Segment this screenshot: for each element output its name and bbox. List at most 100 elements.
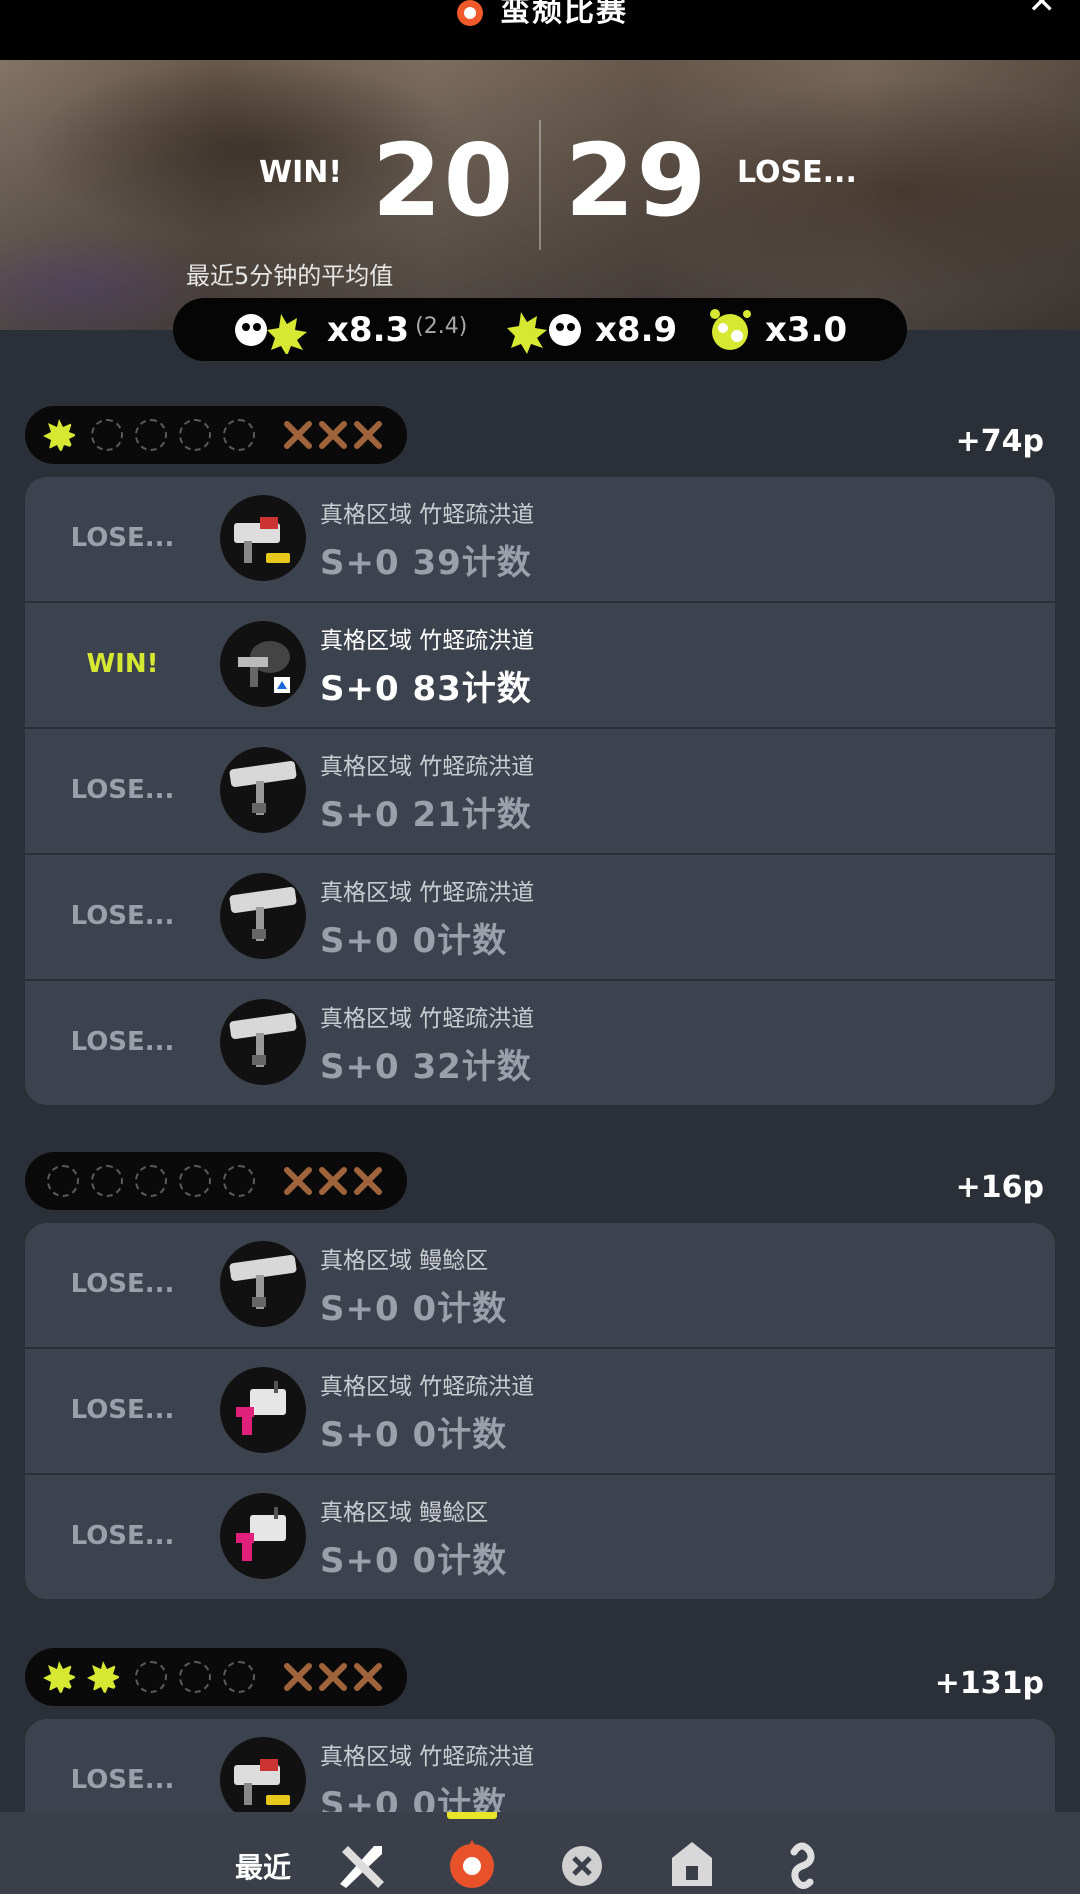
challenge-tab-icon[interactable] <box>664 1838 720 1890</box>
empty-slot-icon <box>135 1165 167 1197</box>
empty-slot-icon <box>135 419 167 451</box>
score-divider <box>539 120 541 250</box>
roller-icon <box>220 999 306 1085</box>
match-summary-hero: WIN! 20 29 LOSE... 最近5分钟的平均值 <box>0 60 1080 330</box>
result-label: LOSE... <box>70 1027 175 1057</box>
battle-row[interactable]: LOSE... 真格区域 竹蛏疏洪道 S+0 32计数 <box>25 981 1055 1105</box>
battle-row[interactable]: LOSE... 真格区域 竹蛏疏洪道 S+0 21计数 <box>25 729 1055 855</box>
win-label: WIN! <box>259 155 343 190</box>
sploosh-icon <box>220 621 306 707</box>
result-label: LOSE... <box>70 1395 175 1425</box>
empty-slot-icon <box>179 1661 211 1693</box>
battle-list: LOSE... 真格区域 竹蛏疏洪道 S+0 39计数 WIN! 真格区域 竹蛏… <box>25 477 1055 1105</box>
rank-and-count: S+0 83计数 <box>320 669 532 709</box>
rank-and-count: S+0 0计数 <box>320 1289 508 1329</box>
special-weapon-icon <box>710 309 751 350</box>
loss-x-icon <box>284 1663 312 1691</box>
page-title-wrap: 蛮颓比赛 <box>0 0 1080 30</box>
battle-list: LOSE... 真格区域 鳗鲶区 S+0 0计数 LOSE... 真格区域 竹蛏… <box>25 1223 1055 1599</box>
empty-slot-icon <box>179 1165 211 1197</box>
result-label: LOSE... <box>70 901 175 931</box>
deaths-stat: x8.9 <box>499 306 677 354</box>
mode-and-stage: 真格区域 竹蛏疏洪道 <box>320 754 535 780</box>
roller-icon <box>220 1241 306 1327</box>
series-progress-pill <box>25 1648 407 1706</box>
battle-row[interactable]: LOSE... 真格区域 竹蛏疏洪道 S+0 0计数 <box>25 1349 1055 1475</box>
mode-and-stage: 真格区域 竹蛏疏洪道 <box>320 1374 535 1400</box>
deaths-value: x8.9 <box>595 310 678 350</box>
mode-and-stage: 真格区域 竹蛏疏洪道 <box>320 1006 535 1032</box>
x-battle-tab-icon[interactable] <box>554 1838 610 1890</box>
battle-row[interactable]: LOSE... 真格区域 鳗鲶区 S+0 0计数 <box>25 1223 1055 1349</box>
mode-and-stage: 真格区域 竹蛏疏洪道 <box>320 880 535 906</box>
roller-icon <box>220 747 306 833</box>
series-progress-pill <box>25 406 407 464</box>
battle-row[interactable]: WIN! 真格区域 竹蛏疏洪道 S+0 83计数 <box>25 603 1055 729</box>
battle-row[interactable]: LOSE... 真格区域 鳗鲶区 S+0 0计数 <box>25 1475 1055 1599</box>
result-label: WIN! <box>86 649 159 679</box>
empty-slot-icon <box>223 1165 255 1197</box>
loss-x-icon <box>354 1167 382 1195</box>
win-splat-icon <box>43 1661 75 1693</box>
loss-x-icon <box>319 1167 347 1195</box>
loss-x-icon <box>319 421 347 449</box>
result-label: LOSE... <box>70 1521 175 1551</box>
average-label: 最近5分钟的平均值 <box>186 262 394 290</box>
bottom-nav: 最近 <box>0 1812 1080 1894</box>
rank-and-count: S+0 0计数 <box>320 921 508 961</box>
loss-x-icon <box>284 1167 312 1195</box>
anarchy-battle-icon <box>457 0 483 26</box>
page-title: 蛮颓比赛 <box>500 0 628 29</box>
roller-icon <box>220 873 306 959</box>
series-points: +131p <box>934 1666 1044 1701</box>
mode-and-stage: 真格区域 竹蛏疏洪道 <box>320 628 535 654</box>
empty-slot-icon <box>47 1165 79 1197</box>
losses-count: 29 <box>565 122 709 239</box>
anarchy-battle-tab-icon[interactable] <box>444 1838 500 1890</box>
loss-x-icon <box>284 421 312 449</box>
loss-x-icon <box>354 1663 382 1691</box>
assists-value: (2.4) <box>415 313 468 339</box>
result-label: LOSE... <box>70 775 175 805</box>
splattershot-pro-icon <box>220 495 306 581</box>
rank-and-count: S+0 32计数 <box>320 1047 532 1087</box>
nav-label: 最近 <box>235 1851 292 1884</box>
wins-count: 20 <box>372 122 516 239</box>
pink-blaster-icon <box>220 1493 306 1579</box>
private-battle-tab-icon[interactable] <box>774 1838 830 1890</box>
empty-slot-icon <box>91 419 123 451</box>
mode-and-stage: 真格区域 竹蛏疏洪道 <box>320 1744 535 1770</box>
splattershot-pro-icon <box>220 1737 306 1823</box>
win-splat-icon <box>43 419 75 451</box>
result-label: LOSE... <box>70 523 175 553</box>
regular-battle-tab-icon[interactable] <box>334 1838 390 1890</box>
specials-value: x3.0 <box>765 310 848 350</box>
kills-value: x8.3 <box>327 310 410 350</box>
empty-slot-icon <box>223 419 255 451</box>
empty-slot-icon <box>135 1661 167 1693</box>
empty-slot-icon <box>91 1165 123 1197</box>
mode-and-stage: 真格区域 鳗鲶区 <box>320 1248 489 1274</box>
pink-blaster-icon <box>220 1367 306 1453</box>
mode-and-stage: 真格区域 鳗鲶区 <box>320 1500 489 1526</box>
series-points: +74p <box>955 424 1044 459</box>
rank-and-count: S+0 0计数 <box>320 1415 508 1455</box>
loss-x-icon <box>354 421 382 449</box>
series-progress-pill <box>25 1152 407 1210</box>
close-icon[interactable]: ✕ <box>1028 0 1057 22</box>
specials-stat: x3.0 <box>703 306 847 354</box>
loss-x-icon <box>319 1663 347 1691</box>
kills-stat: x8.3 (2.4) <box>231 306 467 354</box>
mode-and-stage: 真格区域 竹蛏疏洪道 <box>320 502 535 528</box>
win-splat-icon <box>87 1661 119 1693</box>
rank-and-count: S+0 39计数 <box>320 543 532 583</box>
rank-and-count: S+0 21计数 <box>320 795 532 835</box>
battle-row[interactable]: LOSE... 真格区域 竹蛏疏洪道 S+0 39计数 <box>25 477 1055 603</box>
empty-slot-icon <box>223 1661 255 1693</box>
empty-slot-icon <box>179 419 211 451</box>
rank-and-count: S+0 0计数 <box>320 1541 508 1581</box>
average-stats-bar: x8.3 (2.4) x8.9 x3.0 <box>173 298 907 361</box>
battle-row[interactable]: LOSE... 真格区域 竹蛏疏洪道 S+0 0计数 <box>25 855 1055 981</box>
result-label: LOSE... <box>70 1765 175 1795</box>
active-tab-indicator <box>447 1812 497 1819</box>
